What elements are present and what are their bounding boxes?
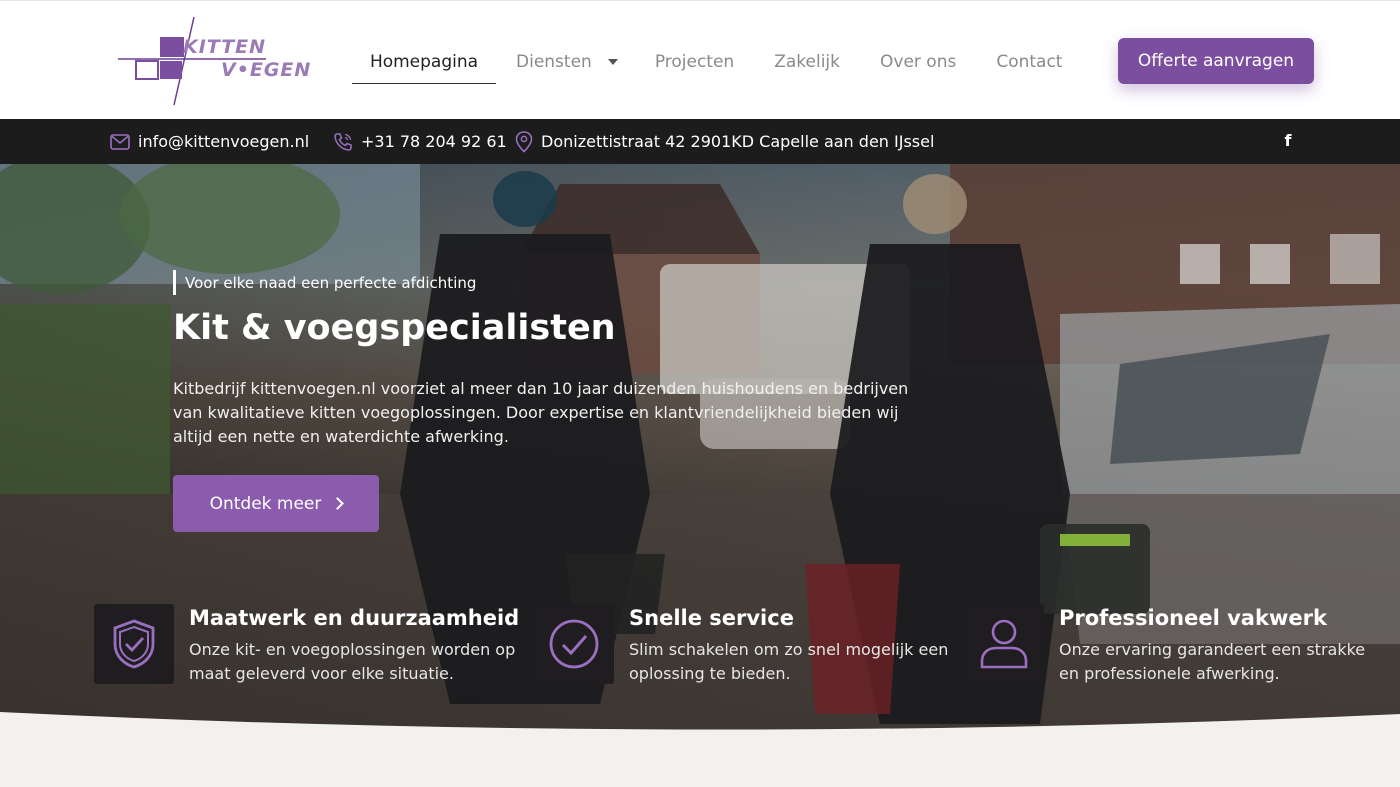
quote-request-button[interactable]: Offerte aanvragen [1118,38,1314,84]
main-nav: Homepagina Diensten Projecten Zakelijk O… [352,39,1062,85]
feature-snelle-service: Snelle service Slim schakelen om zo snel… [534,604,948,694]
map-pin-icon [515,130,533,153]
user-icon [964,604,1044,684]
logo[interactable]: KITTEN V•EGEN [116,15,310,107]
chevron-right-icon [331,497,345,510]
address-link[interactable]: Donizettistraat 42 2901KD Capelle aan de… [515,119,934,164]
site-header: KITTEN V•EGEN Homepagina Diensten Projec… [0,0,1400,119]
email-link[interactable]: info@kittenvoegen.nl [110,119,309,164]
nav-label: Projecten [654,52,735,72]
nav-label: Zakelijk [774,52,840,72]
feature-title: Maatwerk en duurzaamheid [189,606,520,630]
hero-description: Kitbedrijf kittenvoegen.nl voorziet al m… [173,379,909,446]
email-text: info@kittenvoegen.nl [138,132,310,151]
hero-section: Voor elke naad een perfecte afdichting K… [0,164,1400,734]
phone-text: +31 78 204 92 61 [361,132,507,151]
nav-item-contact[interactable]: Contact [996,39,1062,85]
facebook-icon[interactable]: f [1280,131,1296,151]
section-divider-wave [0,712,1400,787]
feature-maatwerk: Maatwerk en duurzaamheid Onze kit- en vo… [94,604,519,694]
nav-label: Diensten [516,52,592,72]
hero-kicker: Voor elke naad een perfecte afdichting [173,270,476,295]
envelope-icon [110,133,130,150]
nav-label: Over ons [880,52,957,72]
discover-more-button[interactable]: Ontdek meer [173,475,379,532]
check-circle-icon [534,604,614,684]
caret-down-icon [607,59,618,65]
address-text: Donizettistraat 42 2901KD Capelle aan de… [541,132,935,151]
discover-more-label: Ontdek meer [209,493,322,514]
feature-title: Snelle service [629,606,794,630]
nav-item-diensten[interactable]: Diensten [516,39,618,85]
feature-description: Slim schakelen om zo snel mogelijk een o… [629,640,949,683]
nav-item-zakelijk[interactable]: Zakelijk [774,39,840,85]
feature-description: Onze ervaring garandeert een strakke en … [1059,640,1366,683]
phone-link[interactable]: +31 78 204 92 61 [333,119,507,164]
logo-text-kitten: KITTEN [183,36,267,58]
feature-professioneel-vakwerk: Professioneel vakwerk Onze ervaring gara… [964,604,1365,694]
nav-label: Homepagina [369,52,479,72]
shield-check-icon [94,604,174,684]
phone-icon [334,132,352,151]
nav-item-over-ons[interactable]: Over ons [880,39,956,85]
nav-item-homepagina[interactable]: Homepagina [352,39,496,85]
logo-text-voegen: V•EGEN [221,59,312,81]
feature-title: Professioneel vakwerk [1059,606,1327,630]
feature-description: Onze kit- en voegoplossingen worden op m… [189,640,516,683]
nav-label: Contact [996,52,1063,72]
contact-bar: info@kittenvoegen.nl +31 78 204 92 61 Do… [0,119,1400,164]
hero-title: Kit & voegspecialisten [173,308,616,348]
nav-item-projecten[interactable]: Projecten [655,39,734,85]
